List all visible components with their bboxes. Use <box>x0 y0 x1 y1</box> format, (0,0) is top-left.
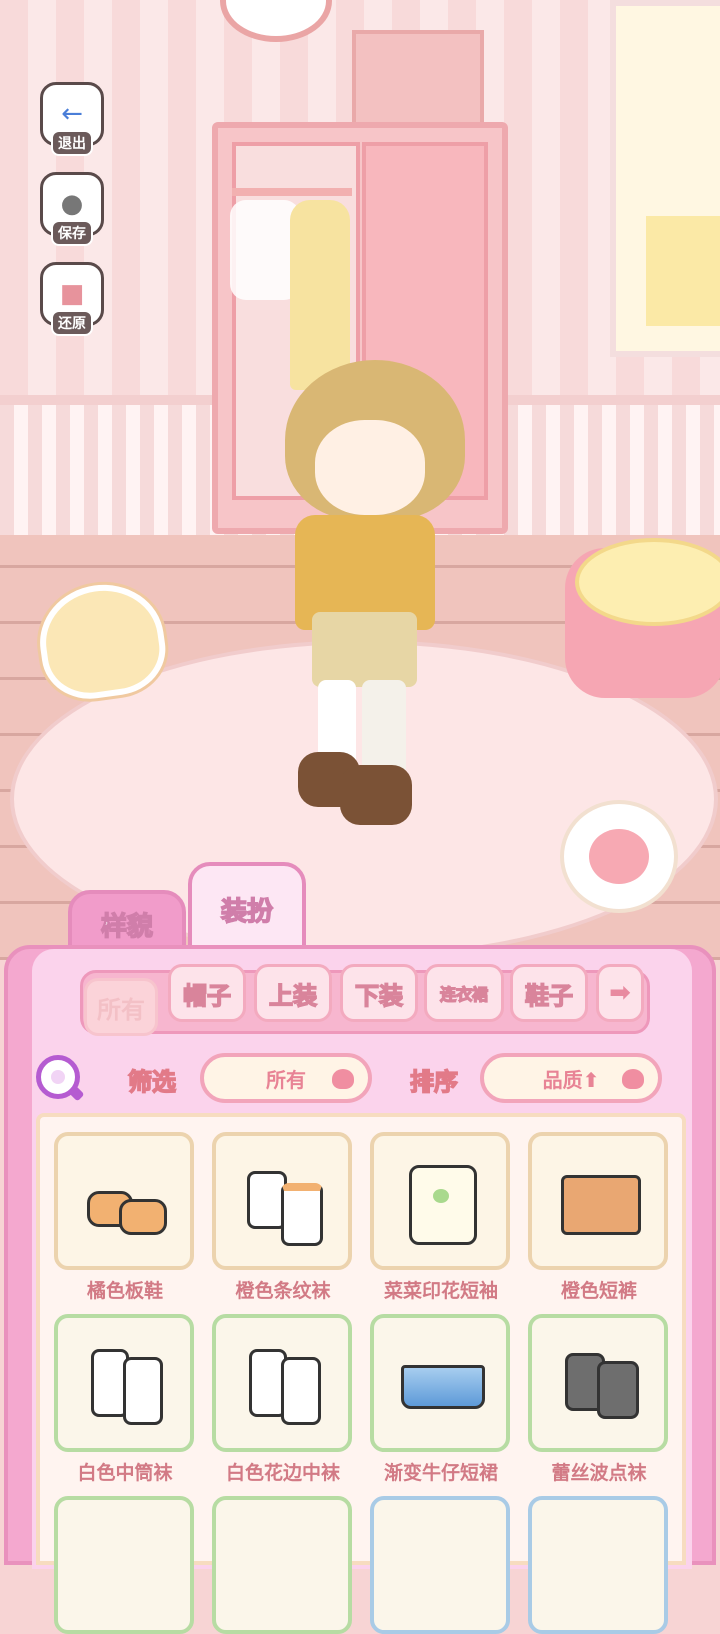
category-hats[interactable]: 帽子 <box>168 964 246 1022</box>
item-name: 白色花边中袜 <box>225 1462 340 1484</box>
socks-icon <box>237 1161 327 1246</box>
heart-dropdown-icon <box>622 1069 644 1089</box>
item-card-partial[interactable] <box>370 1496 512 1634</box>
window <box>610 0 720 357</box>
magnifier-icon <box>51 1070 65 1084</box>
socks-icon <box>79 1343 169 1425</box>
item-card-partial[interactable] <box>54 1496 196 1634</box>
item-white-lace-socks[interactable]: 白色花边中袜 <box>212 1314 354 1485</box>
item-card <box>528 1314 668 1452</box>
shorts-icon <box>553 1161 643 1241</box>
skirt-icon <box>395 1343 485 1423</box>
item-orange-striped-socks[interactable]: 橙色条纹袜 <box>212 1132 354 1303</box>
character-shorts <box>312 612 417 687</box>
filter-label: 筛选 <box>127 1067 176 1096</box>
item-card <box>528 1132 668 1270</box>
restore-button[interactable]: ■ 还原 <box>38 262 106 336</box>
item-orange-shorts[interactable]: 橙色短裤 <box>528 1132 670 1303</box>
item-card <box>212 1132 352 1270</box>
category-tops[interactable]: 上装 <box>254 964 332 1022</box>
item-card <box>528 1496 668 1634</box>
item-name: 蕾丝波点袜 <box>551 1462 647 1484</box>
item-card <box>370 1314 510 1452</box>
pouf-stool <box>565 538 720 698</box>
character-face <box>315 420 425 515</box>
socks-icon <box>553 1343 643 1423</box>
avatar-face-icon <box>589 829 649 884</box>
avatar-badge[interactable] <box>560 800 678 913</box>
search-button[interactable] <box>36 1055 80 1099</box>
item-card <box>54 1496 194 1634</box>
item-card <box>212 1314 352 1452</box>
character-shoe-right <box>340 765 412 825</box>
sort-label: 排序 <box>409 1067 458 1096</box>
save-label: 保存 <box>51 220 93 246</box>
item-card-partial[interactable] <box>212 1496 354 1634</box>
item-card <box>370 1496 510 1634</box>
item-card <box>54 1132 194 1270</box>
sort-dropdown[interactable]: 品质⬆ <box>480 1053 662 1103</box>
hanger-rod <box>232 188 352 196</box>
item-name: 橘色板鞋 <box>86 1280 163 1302</box>
item-name: 菜菜印花短袖 <box>383 1280 498 1302</box>
item-name: 橙色条纹袜 <box>235 1280 331 1302</box>
sort-value: 品质⬆ <box>542 1067 600 1092</box>
category-next-button[interactable]: ➡ <box>596 964 644 1022</box>
category-bottoms[interactable]: 下装 <box>340 964 418 1022</box>
category-all[interactable]: 所有 <box>84 978 158 1036</box>
arrow-right-icon: ➡ <box>609 978 631 1008</box>
socks-icon <box>237 1343 327 1425</box>
item-orange-sneakers[interactable]: 橘色板鞋 <box>54 1132 196 1303</box>
tshirt-icon <box>395 1161 485 1245</box>
tab-dressup[interactable]: 装扮 <box>188 862 306 956</box>
exit-button[interactable]: ← 退出 <box>38 82 106 156</box>
item-veggie-print-tee[interactable]: 菜菜印花短袖 <box>370 1132 512 1303</box>
item-gradient-denim-skirt[interactable]: 渐变牛仔短裙 <box>370 1314 512 1485</box>
shoes-icon <box>79 1161 169 1241</box>
item-white-mid-socks[interactable]: 白色中筒袜 <box>54 1314 196 1485</box>
wardrobe-box <box>352 30 484 128</box>
save-button[interactable]: ● 保存 <box>38 172 106 246</box>
dressing-room-scene <box>0 0 720 960</box>
item-card <box>212 1496 352 1634</box>
category-shoes[interactable]: 鞋子 <box>510 964 588 1022</box>
item-lace-polka-socks[interactable]: 蕾丝波点袜 <box>528 1314 670 1485</box>
filter-dropdown[interactable]: 所有 <box>200 1053 372 1103</box>
restore-label: 还原 <box>51 310 93 336</box>
exit-label: 退出 <box>51 130 93 156</box>
category-dresses[interactable]: 连衣裙 <box>424 964 504 1022</box>
item-name: 橙色短裤 <box>560 1280 637 1302</box>
item-name: 渐变牛仔短裙 <box>383 1462 498 1484</box>
item-card <box>370 1132 510 1270</box>
heart-dropdown-icon <box>332 1069 354 1089</box>
filter-value: 所有 <box>266 1067 306 1092</box>
hanging-dress <box>290 200 350 390</box>
wall-clock <box>220 0 332 42</box>
item-card-partial[interactable] <box>528 1496 670 1634</box>
item-card <box>54 1314 194 1452</box>
character-sock-right <box>362 680 406 775</box>
item-name: 白色中筒袜 <box>77 1462 173 1484</box>
